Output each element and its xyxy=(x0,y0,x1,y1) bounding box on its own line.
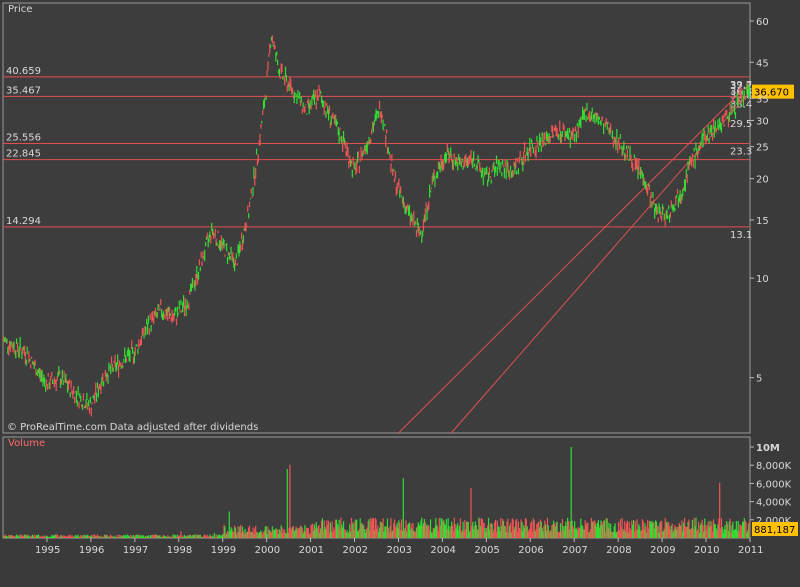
y-tick-label: 25 xyxy=(756,143,769,154)
level-right-label: 29.5 xyxy=(730,119,752,130)
y-tick-label: 5 xyxy=(756,374,762,385)
volume-tick-label: 10M xyxy=(756,443,780,454)
level-right-label: 13.1 xyxy=(730,230,752,241)
y-tick-label: 30 xyxy=(756,116,769,127)
level-left-label: 40.659 xyxy=(6,66,41,77)
y-tick-label: 20 xyxy=(756,175,769,186)
x-tick-label: 1996 xyxy=(79,545,104,556)
x-tick-label: 1999 xyxy=(211,545,236,556)
x-tick-label: 2008 xyxy=(606,545,631,556)
level-left-label: 14.294 xyxy=(6,216,41,227)
y-tick-label: 35 xyxy=(756,94,769,105)
x-tick-label: 2002 xyxy=(343,545,368,556)
level-right-label: 23.3 xyxy=(730,146,752,157)
volume-tick-label: 6,000K xyxy=(756,479,792,490)
x-tick-label: 2003 xyxy=(386,545,411,556)
x-tick-label: 2010 xyxy=(694,545,719,556)
chart-window: Price Volume © ProRealTime.com Data adju… xyxy=(0,0,800,583)
y-tick-label: 15 xyxy=(756,216,769,227)
x-tick-label: 1995 xyxy=(35,545,60,556)
x-tick-label: 1998 xyxy=(167,545,192,556)
volume-tick-label: 4,000K xyxy=(756,498,792,509)
y-tick-label: 45 xyxy=(756,58,769,69)
x-tick-label: 2005 xyxy=(474,545,499,556)
level-left-label: 35.467 xyxy=(6,85,41,96)
x-tick-label: 2006 xyxy=(518,545,543,556)
copyright-footer: © ProRealTime.com Data adjusted after di… xyxy=(7,422,258,433)
x-tick-label: 2011 xyxy=(738,545,763,556)
price-panel-background xyxy=(2,2,751,434)
x-tick-label: 2009 xyxy=(650,545,675,556)
volume-tick-label: 8,000K xyxy=(756,461,792,472)
price-panel-title: Price xyxy=(8,4,32,15)
x-tick-label: 2004 xyxy=(430,545,455,556)
last-volume-label: 881,187 xyxy=(754,525,795,536)
volume-panel-title: Volume xyxy=(8,438,45,449)
x-tick-label: 1997 xyxy=(123,545,148,556)
level-left-label: 25.556 xyxy=(6,132,41,143)
y-tick-label: 60 xyxy=(756,17,769,28)
level-left-label: 22.845 xyxy=(6,149,41,160)
y-tick-label: 10 xyxy=(756,274,769,285)
x-tick-label: 2000 xyxy=(255,545,280,556)
stock-chart: Price Volume © ProRealTime.com Data adju… xyxy=(2,2,798,556)
x-tick-label: 2007 xyxy=(562,545,587,556)
x-tick-label: 2001 xyxy=(299,545,324,556)
